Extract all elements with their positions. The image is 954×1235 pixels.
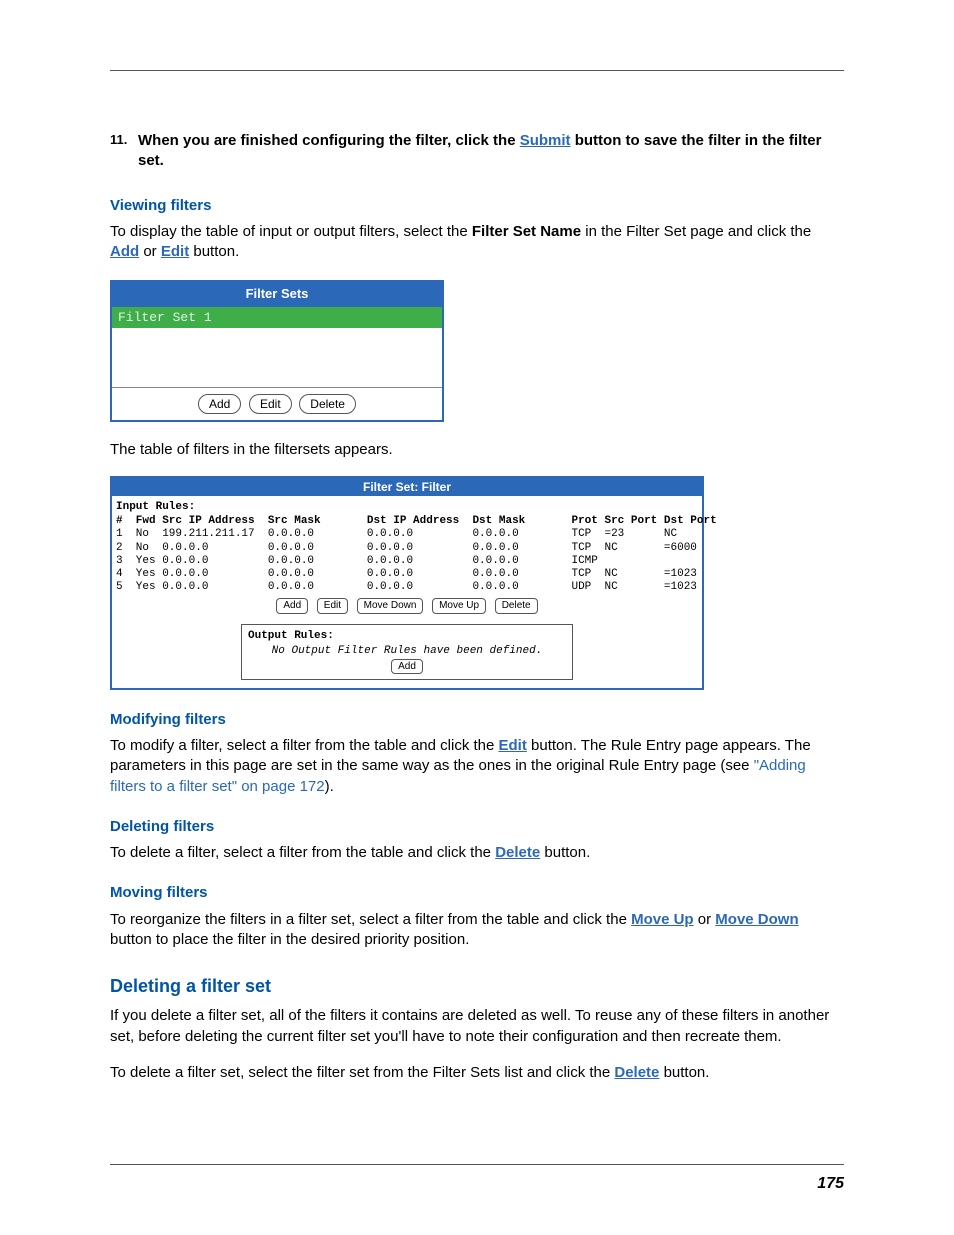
deleting-set-p2-a: To delete a filter set, select the filte…: [110, 1064, 614, 1081]
output-rules-box: Output Rules: No Output Filter Rules hav…: [241, 624, 573, 680]
input-rules-label: Input Rules:: [116, 500, 698, 515]
page-number: 175: [817, 1173, 844, 1195]
modifying-text-c: ).: [325, 778, 334, 795]
filter-set-name-bold: Filter Set Name: [472, 223, 581, 240]
fs-add-button[interactable]: Add: [198, 394, 241, 414]
submit-link[interactable]: Submit: [520, 132, 571, 149]
step-body: When you are finished configuring the fi…: [138, 131, 844, 172]
viewing-text-a: To display the table of input or output …: [110, 223, 472, 240]
viewing-text-b: in the Filter Set page and click the: [581, 223, 811, 240]
step-text-a: When you are finished configuring the fi…: [138, 132, 520, 149]
modifying-head: Modifying filters: [110, 710, 844, 730]
input-rule-3[interactable]: 3 Yes 0.0.0.0 0.0.0.0 0.0.0.0 0.0.0.0 IC…: [116, 555, 698, 568]
modifying-text-a: To modify a filter, select a filter from…: [110, 737, 499, 754]
viewing-text-c: button.: [189, 243, 239, 260]
output-rules-msg: No Output Filter Rules have been defined…: [242, 644, 572, 659]
input-rules-header: # Fwd Src IP Address Src Mask Dst IP Add…: [116, 515, 698, 528]
after-box-text: The table of filters in the filtersets a…: [110, 440, 844, 460]
filter-sets-buttons: Add Edit Delete: [112, 388, 442, 420]
viewing-or: or: [139, 243, 161, 260]
filter-set-selected[interactable]: Filter Set 1: [112, 307, 442, 329]
modifying-edit-link[interactable]: Edit: [499, 737, 527, 754]
ff-button-row: Add Edit Move Down Move Up Delete: [116, 598, 698, 614]
top-rule: [110, 70, 844, 71]
moving-head: Moving filters: [110, 883, 844, 903]
ff-movedown-button[interactable]: Move Down: [357, 598, 424, 614]
moving-para: To reorganize the filters in a filter se…: [110, 910, 844, 951]
deleting-head: Deleting filters: [110, 817, 844, 837]
filter-set-filter-box: Filter Set: Filter Input Rules: # Fwd Sr…: [110, 476, 704, 690]
deleting-set-p1: If you delete a filter set, all of the f…: [110, 1006, 844, 1047]
viewing-head: Viewing filters: [110, 196, 844, 216]
filter-sets-box: Filter Sets Filter Set 1 Add Edit Delete: [110, 280, 444, 422]
moving-or: or: [694, 911, 716, 928]
input-rule-5[interactable]: 5 Yes 0.0.0.0 0.0.0.0 0.0.0.0 0.0.0.0 UD…: [116, 581, 698, 594]
moveup-link[interactable]: Move Up: [631, 911, 694, 928]
moving-text-a: To reorganize the filters in a filter se…: [110, 911, 631, 928]
filter-sets-list[interactable]: Filter Set 1: [112, 307, 442, 388]
input-rule-1[interactable]: 1 No 199.211.211.17 0.0.0.0 0.0.0.0 0.0.…: [116, 528, 698, 541]
ff-edit-button[interactable]: Edit: [317, 598, 348, 614]
viewing-para: To display the table of input or output …: [110, 222, 844, 263]
ff-title: Filter Set: Filter: [112, 478, 702, 496]
fs-delete-button[interactable]: Delete: [299, 394, 356, 414]
moving-text-b: button to place the filter in the desire…: [110, 931, 469, 948]
deleting-text-b: button.: [540, 844, 590, 861]
deleting-para: To delete a filter, select a filter from…: [110, 843, 844, 863]
add-link[interactable]: Add: [110, 243, 139, 260]
ff-body: Input Rules: # Fwd Src IP Address Src Ma…: [112, 496, 702, 687]
ff-delete-button[interactable]: Delete: [495, 598, 538, 614]
ff-add-button[interactable]: Add: [276, 598, 308, 614]
ff-moveup-button[interactable]: Move Up: [432, 598, 486, 614]
input-rule-4[interactable]: 4 Yes 0.0.0.0 0.0.0.0 0.0.0.0 0.0.0.0 TC…: [116, 568, 698, 581]
step-number: 11.: [110, 131, 138, 172]
deleting-delete-link[interactable]: Delete: [495, 844, 540, 861]
deleting-set-delete-link[interactable]: Delete: [614, 1064, 659, 1081]
deleting-set-head: Deleting a filter set: [110, 974, 844, 998]
edit-link[interactable]: Edit: [161, 243, 189, 260]
fs-edit-button[interactable]: Edit: [249, 394, 292, 414]
ff-output-add-button[interactable]: Add: [391, 659, 423, 675]
output-rules-label: Output Rules:: [242, 629, 572, 644]
step-11: 11. When you are finished configuring th…: [110, 131, 844, 172]
bottom-rule: [110, 1164, 844, 1165]
input-rule-2[interactable]: 2 No 0.0.0.0 0.0.0.0 0.0.0.0 0.0.0.0 TCP…: [116, 542, 698, 555]
deleting-set-p2-b: button.: [659, 1064, 709, 1081]
deleting-text-a: To delete a filter, select a filter from…: [110, 844, 495, 861]
deleting-set-p2: To delete a filter set, select the filte…: [110, 1063, 844, 1083]
filter-sets-title: Filter Sets: [112, 282, 442, 307]
movedown-link[interactable]: Move Down: [715, 911, 798, 928]
modifying-para: To modify a filter, select a filter from…: [110, 736, 844, 797]
